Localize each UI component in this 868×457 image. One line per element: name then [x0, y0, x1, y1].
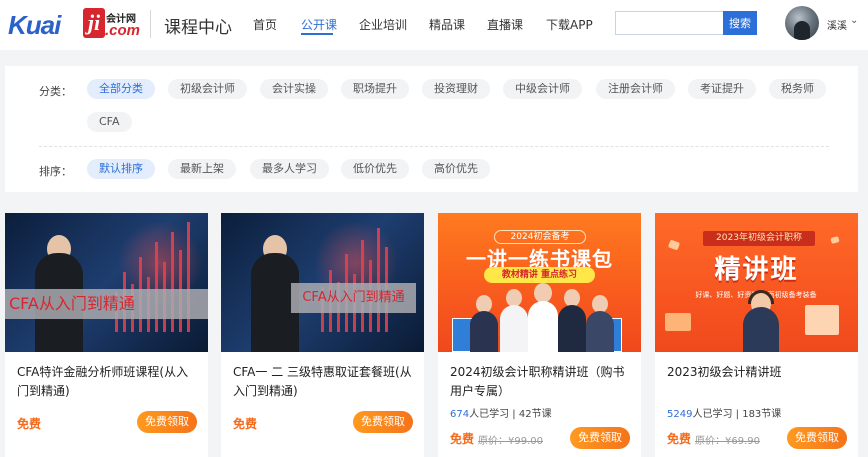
category-chip-tax-advisor[interactable]: 税务师 [769, 79, 826, 99]
nav-premium-courses[interactable]: 精品课 [429, 16, 465, 33]
thumb-headline: 精讲班 [714, 255, 799, 285]
logo-com-text: .com [105, 22, 141, 39]
nav-active-underline [301, 33, 333, 35]
category-chip-career[interactable]: 职场提升 [341, 79, 409, 99]
sort-label: 排序： [39, 165, 72, 178]
original-price: 原价：¥99.00 [478, 436, 543, 447]
learner-suffix: 人已学习 [469, 409, 510, 420]
lesson-count: 183节课 [742, 409, 782, 420]
learner-count: 5249 [667, 409, 693, 420]
course-meta: 5249人已学习 | 183节课 [667, 405, 781, 420]
price-free: 免费 [450, 432, 475, 446]
filter-divider [39, 146, 829, 147]
price-free: 免费 [17, 417, 42, 431]
claim-free-button[interactable]: 免费领取 [137, 411, 197, 433]
nav-home[interactable]: 首页 [253, 16, 277, 33]
course-title[interactable]: CFA特许金融分析师班课程(从入门到精通) [17, 363, 199, 401]
top-header: Kuai ji 会计网 .com 课程中心 首页 公开课 企业培训 精品课 直播… [0, 0, 868, 50]
category-chip-cpa[interactable]: 注册会计师 [596, 79, 675, 99]
category-label: 分类： [39, 85, 72, 98]
teacher-figure [500, 305, 528, 352]
course-meta: 674人已学习 | 42节课 [450, 405, 552, 420]
teacher-figure [528, 301, 558, 352]
thumb-banner: CFA从入门到精通 [5, 289, 208, 319]
nav-live-courses[interactable]: 直播课 [487, 16, 523, 33]
nav-open-courses[interactable]: 公开课 [301, 16, 337, 33]
category-chip-accounting-practice[interactable]: 会计实操 [260, 79, 328, 99]
course-thumbnail[interactable]: 2024初会备考 一讲一练书课包 教材精讲 重点练习 [438, 213, 641, 352]
header-divider [150, 10, 151, 38]
sort-chip-low-price[interactable]: 低价优先 [341, 159, 409, 179]
teacher-figure [743, 307, 779, 352]
kuaiji-logo[interactable]: Kuai ji 会计网 .com [8, 6, 140, 42]
category-chip-certificates[interactable]: 考证提升 [688, 79, 756, 99]
claim-free-button[interactable]: 免费领取 [787, 427, 847, 449]
nav-download-app[interactable]: 下载APP [546, 16, 593, 33]
original-price: 原价：¥69.90 [695, 436, 760, 447]
search-input[interactable] [615, 11, 723, 35]
search-button[interactable]: 搜索 [723, 11, 757, 35]
category-chip-intermediate-accountant[interactable]: 中级会计师 [503, 79, 582, 99]
course-title[interactable]: CFA一 二 三级特惠取证套餐班(从入门到精通) [233, 363, 415, 401]
claim-free-button[interactable]: 免费领取 [353, 411, 413, 433]
category-chip-investment[interactable]: 投资理财 [422, 79, 490, 99]
user-avatar[interactable] [785, 6, 819, 40]
course-title[interactable]: 2024初级会计职称精讲班（购书用户专属） [450, 363, 632, 401]
teacher-head [534, 283, 552, 303]
meta-separator: | [735, 409, 740, 420]
thumb-tag: 教材精讲 重点练习 [484, 267, 595, 283]
course-card[interactable]: CFA从入门到精通 CFA一 二 三级特惠取证套餐班(从入门到精通) 免费 免费… [221, 213, 424, 457]
chevron-down-icon[interactable]: ⌄ [850, 15, 858, 26]
logo-mark: ji [83, 8, 105, 38]
filter-panel: 分类： 全部分类 初级会计师 会计实操 职场提升 投资理财 中级会计师 注册会计… [5, 66, 858, 192]
logo-brand-text: Kuai [8, 10, 61, 40]
course-card[interactable]: 2023年初级会计职称 精讲班 好课、好题、好资料,全面初级备考装备 2023初… [655, 213, 858, 457]
sort-chip-most-learners[interactable]: 最多人学习 [250, 159, 329, 179]
sort-chip-default[interactable]: 默认排序 [87, 159, 155, 179]
course-title[interactable]: 2023初级会计精讲班 [667, 363, 849, 382]
course-thumbnail[interactable]: CFA从入门到精通 [221, 213, 424, 352]
nav-enterprise-training[interactable]: 企业培训 [359, 16, 407, 33]
lesson-count: 42节课 [518, 409, 552, 420]
course-thumbnail[interactable]: 2023年初级会计职称 精讲班 好课、好题、好资料,全面初级备考装备 [655, 213, 858, 352]
chart-bar-decoration [377, 228, 380, 332]
teacher-figure [586, 311, 614, 352]
course-card[interactable]: CFA从入门到精通 CFA特许金融分析师班课程(从入门到精通) 免费 免费领取 [5, 213, 208, 457]
sort-chip-high-price[interactable]: 高价优先 [422, 159, 490, 179]
price-free: 免费 [233, 417, 258, 431]
meta-separator: | [512, 409, 516, 420]
thumb-banner: CFA从入门到精通 [291, 283, 416, 313]
board-decoration [805, 305, 839, 335]
teacher-figure [470, 311, 498, 352]
teacher-figure [558, 305, 586, 352]
category-chip-all[interactable]: 全部分类 [87, 79, 155, 99]
thumb-ribbon: 2024初会备考 [494, 230, 586, 244]
course-thumbnail[interactable]: CFA从入门到精通 [5, 213, 208, 352]
course-card[interactable]: 2024初会备考 一讲一练书课包 教材精讲 重点练习 2024初级会计职称精讲班… [438, 213, 641, 457]
username[interactable]: 溪溪 [827, 17, 847, 32]
price-free: 免费 [667, 432, 692, 446]
category-chip-junior-accountant[interactable]: 初级会计师 [168, 79, 247, 99]
site-title: 课程中心 [164, 18, 232, 38]
thumb-ribbon: 2023年初级会计职称 [703, 231, 815, 246]
category-chip-cfa[interactable]: CFA [87, 112, 132, 132]
sort-chip-newest[interactable]: 最新上架 [168, 159, 236, 179]
claim-free-button[interactable]: 免费领取 [570, 427, 630, 449]
learner-count: 674 [450, 409, 470, 420]
gift-decoration [665, 313, 691, 331]
learner-suffix: 人已学习 [692, 409, 733, 420]
